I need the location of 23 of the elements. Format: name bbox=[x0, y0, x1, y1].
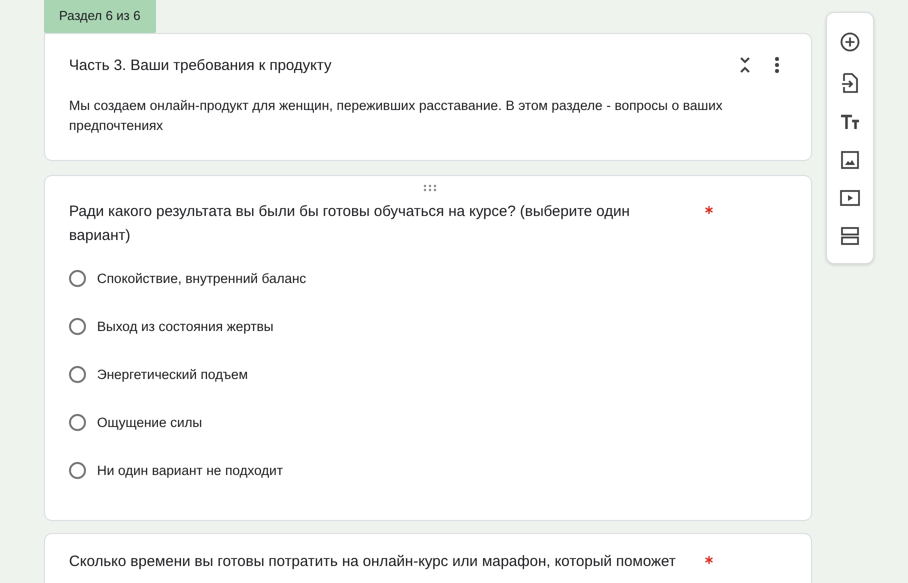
drag-handle-icon[interactable] bbox=[423, 184, 437, 192]
radio-button[interactable] bbox=[69, 366, 86, 382]
question-text: Ради какого результата вы были бы готовы обучаться на курсе? (выберите один вариант) bbox=[69, 202, 631, 246]
radio-button[interactable] bbox=[69, 462, 86, 478]
collapse-icon[interactable] bbox=[739, 56, 751, 74]
file-import-icon[interactable] bbox=[842, 72, 858, 92]
radio-button[interactable] bbox=[69, 318, 86, 334]
option-label: Ощущение силы bbox=[97, 414, 202, 430]
more-icon[interactable] bbox=[775, 57, 779, 73]
add-icon[interactable] bbox=[840, 32, 860, 52]
image-icon[interactable] bbox=[841, 150, 859, 168]
section-icon[interactable] bbox=[841, 226, 859, 244]
text-title-icon[interactable] bbox=[840, 114, 860, 130]
section-description: Мы создаем онлайн-продукт для женщин, переживших расставание. В этом разделе - вопросы о ваших предпочтениях bbox=[69, 97, 724, 135]
radio-button[interactable] bbox=[69, 414, 86, 430]
question-text: Сколько времени вы готовы потратить на онлайн-курс или марафон, который поможет bbox=[69, 552, 677, 572]
option-label: Энергетический подъем bbox=[97, 366, 248, 382]
video-icon[interactable] bbox=[840, 190, 860, 206]
option-label: Выход из состояния жертвы bbox=[97, 318, 274, 334]
option-label: Спокойствие, внутренний баланс bbox=[97, 270, 306, 286]
option-label: Ни один вариант не подходит bbox=[97, 462, 283, 478]
section-title: Часть 3. Ваши требования к продукту bbox=[69, 56, 332, 74]
radio-button[interactable] bbox=[69, 270, 86, 286]
